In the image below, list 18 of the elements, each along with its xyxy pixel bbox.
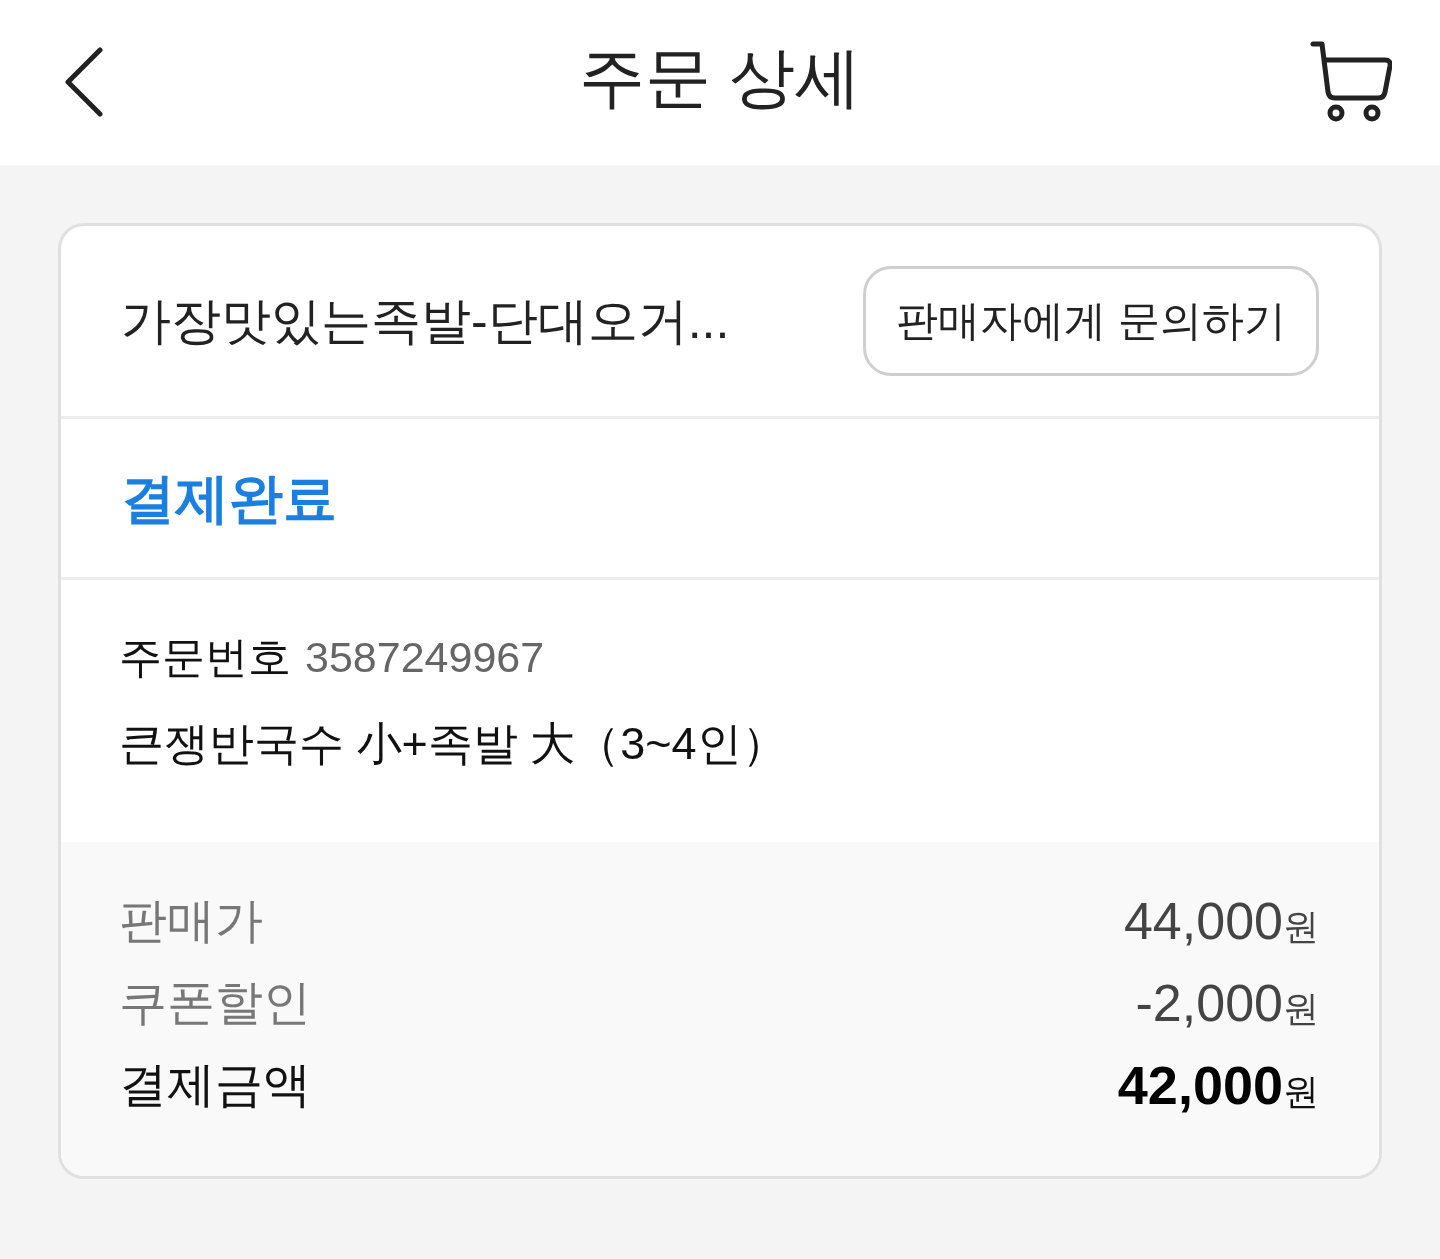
currency-unit: 원 xyxy=(1283,991,1319,1027)
back-icon[interactable] xyxy=(64,46,104,117)
price-label: 쿠폰할인 xyxy=(119,979,311,1027)
order-status: 결제완료 xyxy=(121,471,337,525)
order-number: 3587249967 xyxy=(305,636,545,679)
store-name: 가장맛있는족발-단대오거... xyxy=(121,296,730,346)
order-number-label: 주문번호 xyxy=(119,636,291,679)
currency-unit: 원 xyxy=(1283,909,1319,945)
price-label: 판매가 xyxy=(119,897,263,945)
price-label: 결제금액 xyxy=(119,1061,311,1109)
price-amount: 44,000 xyxy=(1123,895,1283,947)
currency-unit: 원 xyxy=(1283,1074,1319,1110)
cart-icon[interactable] xyxy=(1310,39,1392,122)
page-title: 주문 상세 xyxy=(578,44,862,110)
price-amount: 42,000 xyxy=(1117,1058,1283,1112)
inquiry-button[interactable]: 판매자에게 문의하기 xyxy=(863,266,1319,376)
price-amount: -2,000 xyxy=(1135,977,1283,1029)
ordered-product-text: 큰쟁반국수 小+족발 大（3~4인） xyxy=(119,721,787,766)
